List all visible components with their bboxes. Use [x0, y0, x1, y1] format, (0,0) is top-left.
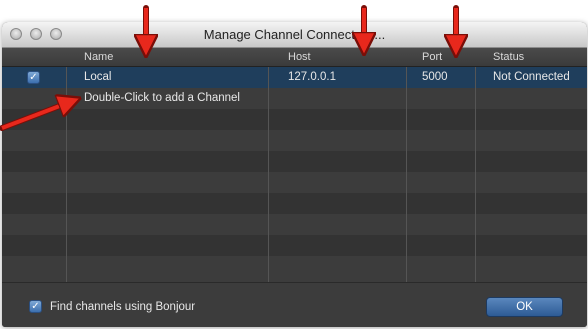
column-divider[interactable]: [406, 67, 407, 282]
channel-table[interactable]: ✓ Local 127.0.0.1 5000 Not Connected Dou…: [2, 67, 587, 282]
column-divider[interactable]: [268, 67, 269, 282]
column-header-port[interactable]: Port: [422, 51, 442, 63]
channel-name-cell: Local: [84, 71, 112, 83]
table-row[interactable]: [2, 109, 587, 130]
column-header-name[interactable]: Name: [84, 51, 113, 63]
channel-enabled-checkbox[interactable]: ✓: [27, 71, 40, 84]
table-row[interactable]: [2, 151, 587, 172]
add-channel-placeholder[interactable]: Double-Click to add a Channel: [84, 92, 240, 104]
channel-port-cell: 5000: [422, 71, 448, 83]
table-row[interactable]: [2, 130, 587, 151]
channel-host-cell: 127.0.0.1: [288, 71, 336, 83]
bonjour-label[interactable]: Find channels using Bonjour: [50, 301, 195, 313]
ok-button[interactable]: OK: [486, 297, 563, 317]
manage-channel-connections-window: Manage Channel Connect s... Name Host Po…: [2, 22, 587, 327]
table-row[interactable]: [2, 235, 587, 256]
window-title: Manage Channel Connect s...: [203, 27, 386, 42]
table-header: Name Host Port Status: [2, 48, 587, 67]
column-header-status[interactable]: Status: [493, 51, 524, 63]
channel-status-cell: Not Connected: [493, 71, 570, 83]
dialog-footer: ✓ Find channels using Bonjour OK: [2, 282, 587, 327]
column-divider[interactable]: [475, 67, 476, 282]
table-row[interactable]: [2, 214, 587, 235]
table-row[interactable]: [2, 172, 587, 193]
column-header-host[interactable]: Host: [288, 51, 311, 63]
table-row[interactable]: Double-Click to add a Channel: [2, 88, 587, 109]
bonjour-checkbox[interactable]: ✓: [29, 300, 42, 313]
column-divider: [66, 67, 67, 282]
table-row[interactable]: [2, 193, 587, 214]
table-row[interactable]: ✓ Local 127.0.0.1 5000 Not Connected: [2, 67, 587, 88]
title-bar[interactable]: Manage Channel Connect s...: [2, 22, 587, 48]
table-row[interactable]: [2, 256, 587, 282]
